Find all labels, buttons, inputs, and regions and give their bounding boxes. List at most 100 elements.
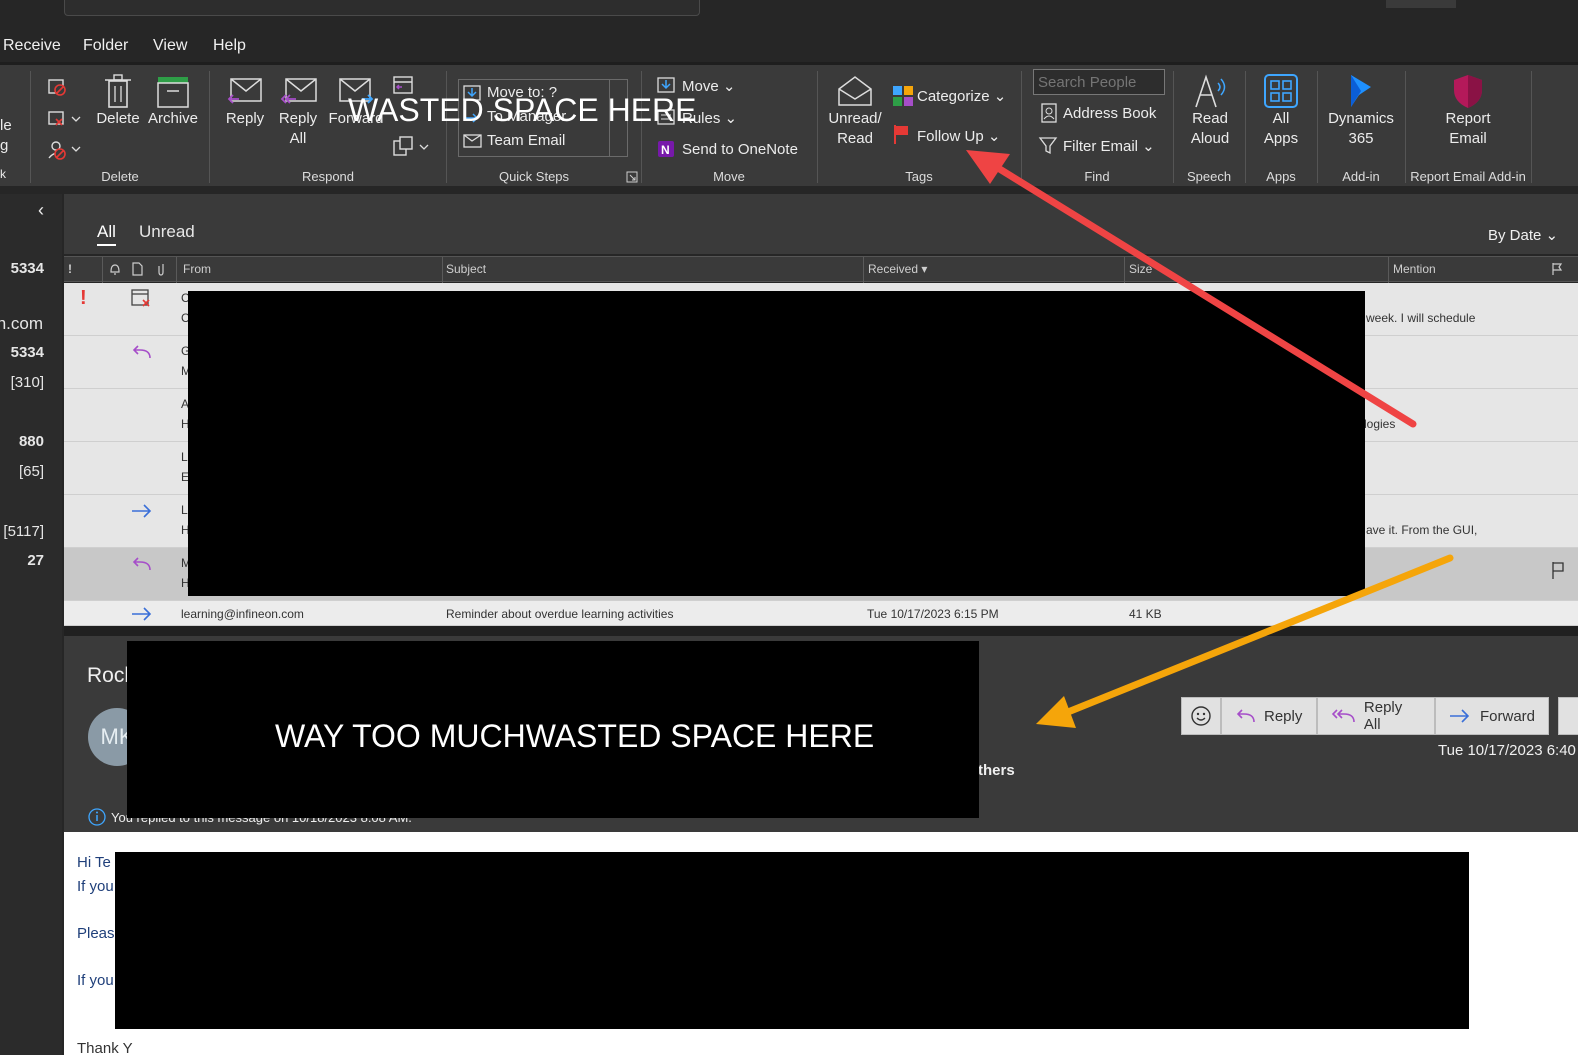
forward-action-button[interactable]: Forward bbox=[1435, 697, 1549, 735]
subject-column[interactable]: Subject bbox=[446, 262, 486, 276]
flag-icon[interactable] bbox=[1550, 560, 1566, 580]
size-column[interactable]: Size bbox=[1129, 262, 1152, 276]
archive-label: Archive bbox=[147, 110, 199, 127]
unread-read-button[interactable]: Unread/ Read bbox=[824, 73, 886, 149]
dialog-launcher-icon[interactable] bbox=[626, 171, 638, 183]
sign-in-button[interactable] bbox=[1386, 0, 1456, 8]
from-column[interactable]: From bbox=[183, 262, 211, 276]
icon-column-icon[interactable] bbox=[130, 262, 144, 276]
row-received: Tue 10/17/2023 6:15 PM bbox=[867, 607, 999, 621]
report-label: Report bbox=[1445, 110, 1491, 127]
redaction-box bbox=[188, 291, 1365, 596]
recipients[interactable]: thers bbox=[978, 762, 1015, 779]
archive-button[interactable]: Archive bbox=[146, 73, 200, 129]
dynamics-version-label: 365 bbox=[1348, 130, 1374, 147]
all-apps-button[interactable]: All Apps bbox=[1252, 73, 1310, 149]
more-respond-icon[interactable] bbox=[392, 135, 432, 159]
reply-label: Reply bbox=[225, 110, 265, 127]
pane-divider[interactable] bbox=[64, 626, 1578, 636]
high-importance-icon: ! bbox=[80, 287, 87, 309]
more-actions-button[interactable] bbox=[1558, 697, 1578, 735]
read-label: Read bbox=[837, 130, 873, 147]
report-email-button[interactable]: Report Email bbox=[1430, 73, 1506, 149]
delete-button[interactable]: Delete bbox=[92, 73, 144, 129]
categorize-icon bbox=[893, 86, 913, 106]
archive-icon bbox=[157, 77, 189, 108]
forward-label: Forward bbox=[1480, 707, 1536, 725]
menu-view[interactable]: View bbox=[153, 37, 187, 55]
menu-folder[interactable]: Folder bbox=[83, 37, 128, 55]
emoji-button[interactable] bbox=[1181, 697, 1221, 735]
folder-pane: ‹ 5334 n.com 5334 [310] 880 [65] [5117] … bbox=[0, 194, 62, 1055]
folder-count[interactable]: [310] bbox=[11, 374, 44, 391]
group-label-tags: Tags bbox=[905, 169, 933, 184]
reply-all-icon bbox=[1331, 709, 1355, 723]
search-people-input[interactable] bbox=[1033, 69, 1165, 95]
menu-receive[interactable]: Receive bbox=[3, 37, 61, 55]
attachment-column-icon[interactable] bbox=[156, 262, 168, 276]
reply-all-label: All bbox=[289, 130, 307, 147]
menu-help[interactable]: Help bbox=[213, 37, 246, 55]
info-icon bbox=[88, 808, 106, 826]
list-item[interactable]: learning@infineon.com Reminder about ove… bbox=[64, 601, 1578, 626]
folder-count[interactable]: 5334 bbox=[11, 260, 44, 277]
quick-step-team-email[interactable]: Team Email bbox=[487, 132, 565, 149]
read-aloud-button[interactable]: Read Aloud bbox=[1180, 73, 1240, 149]
folder-count[interactable]: [5117] bbox=[3, 523, 44, 540]
body-line: If you bbox=[77, 878, 114, 895]
group-label-report: Report Email Add-in bbox=[1410, 169, 1526, 184]
folder-count[interactable]: 5334 bbox=[11, 344, 44, 361]
filter-all-tab[interactable]: All bbox=[97, 222, 116, 246]
received-column[interactable]: Received ▾ bbox=[868, 262, 927, 276]
folder-account[interactable]: n.com bbox=[0, 314, 43, 334]
clean-up-icon[interactable] bbox=[46, 109, 82, 129]
reply-all-label: Reply All bbox=[1363, 699, 1403, 733]
folder-count[interactable]: 880 bbox=[19, 433, 44, 450]
filter-email-button[interactable]: Filter Email ⌄ bbox=[1063, 137, 1155, 155]
annotation-way-too-much: WAY TOO MUCHWASTED SPACE HERE bbox=[275, 718, 875, 754]
trash-icon bbox=[105, 74, 131, 108]
read-aloud-icon bbox=[1195, 74, 1226, 108]
ribbon: le g k Delete Archive Delete Reply Reply… bbox=[0, 62, 1578, 186]
address-book-button[interactable]: Address Book bbox=[1063, 105, 1156, 122]
row-mention: week. I will schedule bbox=[1366, 311, 1476, 325]
send-to-onenote-button[interactable]: Send to OneNote bbox=[682, 141, 798, 158]
ignore-icon[interactable] bbox=[46, 77, 68, 97]
folder-count[interactable]: 27 bbox=[27, 552, 44, 569]
row-from: learning@infineon.com bbox=[181, 607, 304, 621]
collapse-pane-icon[interactable]: ‹ bbox=[38, 200, 44, 221]
search-input[interactable] bbox=[64, 0, 700, 16]
categorize-button[interactable]: Categorize ⌄ bbox=[917, 87, 1006, 105]
message-subject: Rocl bbox=[87, 664, 130, 687]
delete-label: Delete bbox=[96, 110, 140, 127]
importance-column[interactable]: ! bbox=[68, 262, 72, 276]
ribbon-partial-label: g bbox=[0, 137, 9, 154]
reply-all-button[interactable]: Reply All bbox=[272, 73, 324, 149]
message-list-header: All Unread By Date ⌄ bbox=[64, 194, 1578, 254]
flag-column-icon[interactable] bbox=[1550, 262, 1564, 276]
ribbon-partial-label: k bbox=[0, 167, 6, 181]
body-line: Thank Y bbox=[77, 1040, 133, 1055]
follow-up-button[interactable]: Follow Up ⌄ bbox=[917, 127, 1000, 145]
group-label-move: Move bbox=[713, 169, 745, 184]
reply-all-action-button[interactable]: Reply All bbox=[1317, 697, 1435, 735]
folder-count[interactable]: [65] bbox=[19, 463, 44, 480]
dynamics-365-button[interactable]: Dynamics 365 bbox=[1322, 73, 1400, 149]
filter-unread-tab[interactable]: Unread bbox=[139, 222, 195, 242]
mention-column[interactable]: Mention bbox=[1393, 262, 1436, 276]
all-label: All bbox=[1272, 110, 1290, 127]
unread-label: Unread/ bbox=[828, 110, 882, 127]
row-from: L bbox=[181, 450, 188, 464]
junk-icon[interactable] bbox=[46, 139, 82, 161]
column-header: ! From Subject Received ▾ Size Mention bbox=[64, 256, 1578, 283]
reminder-column-icon[interactable] bbox=[108, 262, 122, 276]
reply-button[interactable]: Reply bbox=[220, 73, 270, 129]
group-label-quick-steps: Quick Steps bbox=[498, 169, 570, 184]
group-label-delete: Delete bbox=[101, 169, 139, 184]
sort-by-date-button[interactable]: By Date ⌄ bbox=[1488, 226, 1558, 244]
reply-action-button[interactable]: Reply bbox=[1221, 697, 1317, 735]
all-apps-icon bbox=[1264, 74, 1298, 108]
team-email-icon bbox=[463, 134, 482, 148]
forwarded-icon bbox=[132, 607, 152, 621]
group-label-speech: Speech bbox=[1186, 169, 1232, 184]
